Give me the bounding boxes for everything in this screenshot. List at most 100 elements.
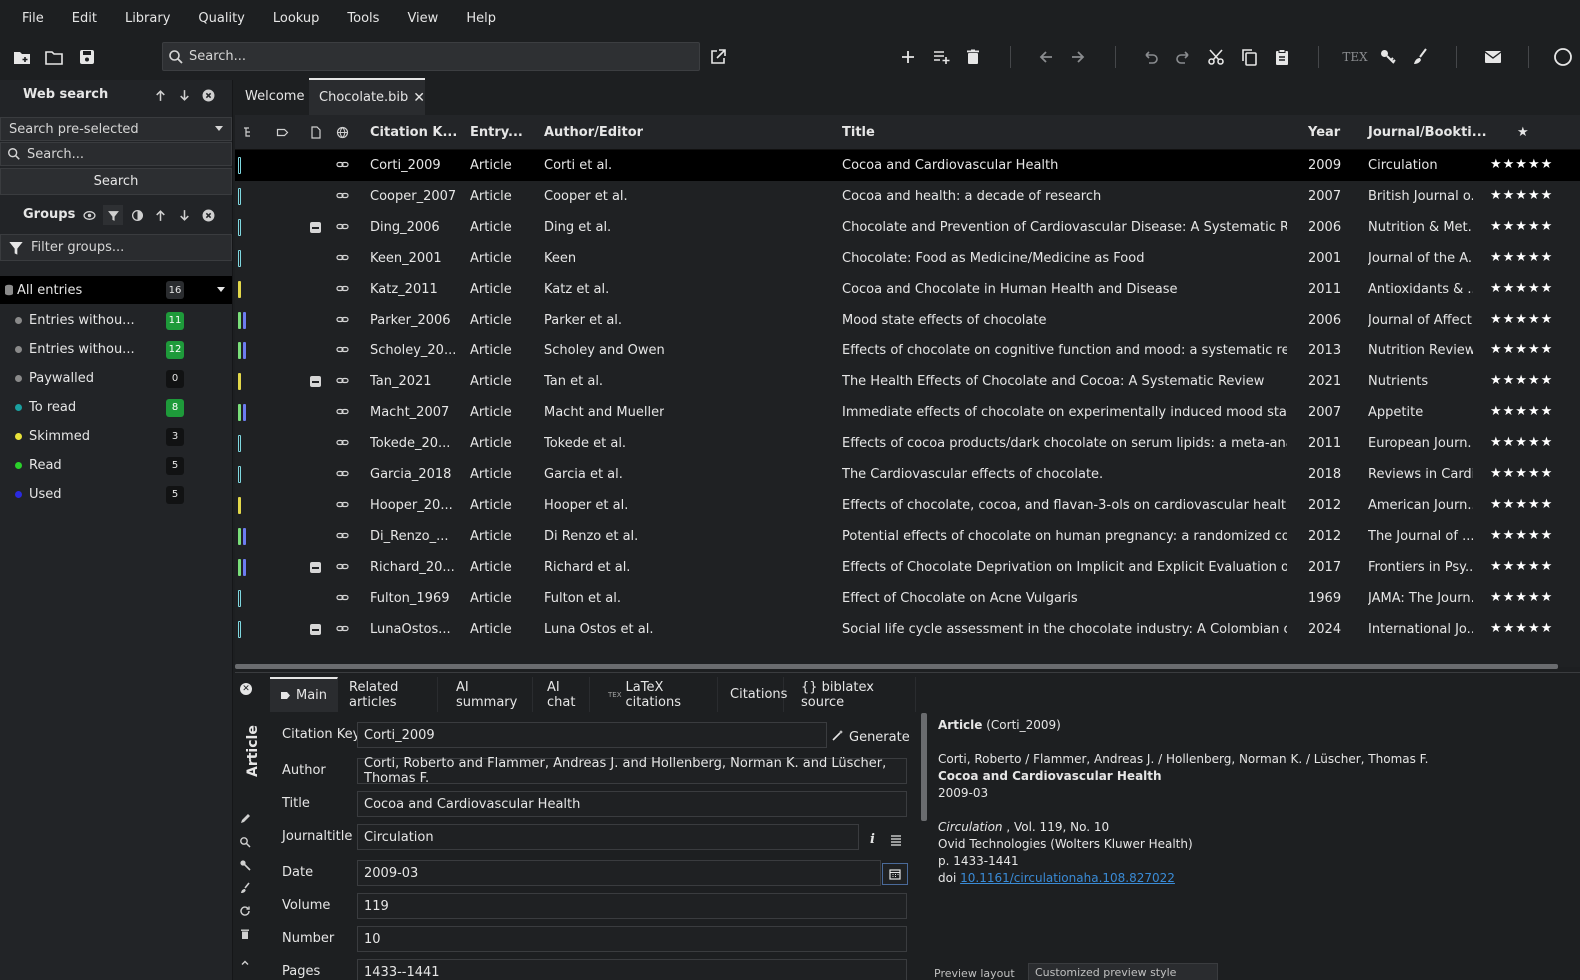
column-year[interactable]: Year <box>1308 125 1340 140</box>
move-down-icon[interactable] <box>176 207 192 223</box>
table-row[interactable]: Garcia_2018 Article Garcia et al. The Cardi… <box>235 459 1580 490</box>
tab-welcome[interactable]: Welcome <box>235 78 308 115</box>
copy-icon[interactable] <box>1236 44 1262 70</box>
menu-lookup[interactable]: Lookup <box>259 11 334 26</box>
paste-icon[interactable] <box>1269 44 1295 70</box>
close-panel-icon[interactable] <box>200 207 216 223</box>
link-icon[interactable] <box>336 189 350 203</box>
journaltitle-field[interactable]: Circulation <box>357 824 859 850</box>
ranking-stars[interactable]: ★★★★★ <box>1490 404 1553 419</box>
pdf-file-icon[interactable] <box>310 623 321 635</box>
cut-icon[interactable] <box>1203 44 1229 70</box>
group-item[interactable]: Read 5 <box>0 451 232 480</box>
link-icon[interactable] <box>336 313 350 327</box>
add-entry-icon[interactable] <box>895 44 921 70</box>
chevron-up-icon[interactable] <box>239 957 253 971</box>
title-field[interactable]: Cocoa and Cardiovascular Health <box>357 791 907 817</box>
citation-key-field[interactable]: Corti_2009 <box>357 722 827 748</box>
link-icon[interactable] <box>336 467 350 481</box>
close-editor-icon[interactable]: ✕ <box>240 683 252 695</box>
ranking-stars[interactable]: ★★★★★ <box>1490 157 1553 172</box>
table-row[interactable]: Cooper_2007 Article Cooper et al. Cocoa and… <box>235 181 1580 212</box>
edit-pencil-icon[interactable] <box>239 813 253 827</box>
table-row[interactable]: Parker_2006 Article Parker et al. Mood stat… <box>235 305 1580 336</box>
date-field[interactable]: 2009-03 <box>357 860 881 886</box>
delete-icon[interactable] <box>960 44 986 70</box>
global-search-box[interactable] <box>162 42 700 71</box>
group-item[interactable]: To read 8 <box>0 393 232 422</box>
tab-related-articles[interactable]: Related articles <box>339 677 438 712</box>
generate-key-button[interactable]: Generate <box>832 726 910 748</box>
web-search-input-box[interactable] <box>0 142 232 166</box>
pdf-file-icon[interactable] <box>310 376 321 388</box>
ranking-stars[interactable]: ★★★★★ <box>1490 312 1553 327</box>
table-row[interactable]: LunaOstos... Article Luna Ostos et al. Soci… <box>235 614 1580 645</box>
github-icon[interactable] <box>1550 44 1576 70</box>
group-item[interactable]: Paywalled 0 <box>0 364 232 393</box>
mail-icon[interactable] <box>1480 44 1506 70</box>
calendar-icon[interactable] <box>882 863 908 885</box>
editor-scrollbar[interactable] <box>921 713 927 821</box>
column-ranking[interactable]: ★ <box>1517 125 1529 140</box>
key-icon[interactable] <box>239 859 253 873</box>
tab-main[interactable]: Main <box>270 677 338 712</box>
link-icon[interactable] <box>336 282 350 296</box>
menu-tools[interactable]: Tools <box>333 11 393 26</box>
move-down-icon[interactable] <box>176 87 192 103</box>
ranking-stars[interactable]: ★★★★★ <box>1490 188 1553 203</box>
table-row[interactable]: Tan_2021 Article Tan et al. The Health Effe… <box>235 366 1580 397</box>
move-up-icon[interactable] <box>152 87 168 103</box>
open-folder-icon[interactable] <box>41 44 67 70</box>
group-item[interactable]: Used 5 <box>0 480 232 509</box>
group-filter-input[interactable] <box>31 240 221 255</box>
search-icon[interactable] <box>239 836 253 850</box>
ranking-stars[interactable]: ★★★★★ <box>1490 219 1553 234</box>
cleanup-brush-icon[interactable] <box>239 882 253 896</box>
close-icon[interactable]: ✕ <box>413 90 425 106</box>
pdf-file-icon[interactable] <box>310 221 321 233</box>
menu-help[interactable]: Help <box>452 11 510 26</box>
ranking-stars[interactable]: ★★★★★ <box>1490 250 1553 265</box>
table-row[interactable]: Fulton_1969 Article Fulton et al. Effect of… <box>235 583 1580 614</box>
link-icon[interactable] <box>336 436 350 450</box>
table-row[interactable]: Keen_2001 Article Keen Chocolate: Food as M… <box>235 243 1580 274</box>
close-panel-icon[interactable] <box>200 87 216 103</box>
doi-link[interactable]: 10.1161/circulationaha.108.827022 <box>960 871 1175 885</box>
number-field[interactable]: 10 <box>357 926 907 952</box>
group-item[interactable]: Entries withou... 11 <box>0 306 232 335</box>
filter-icon[interactable] <box>103 205 123 225</box>
open-external-icon[interactable] <box>705 44 731 70</box>
move-up-icon[interactable] <box>152 207 168 223</box>
globe-icon[interactable] <box>336 126 350 140</box>
column-citation-key[interactable]: Citation K... <box>370 125 457 140</box>
key-icon[interactable] <box>1375 44 1401 70</box>
table-row[interactable]: Katz_2011 Article Katz et al. Cocoa and Cho… <box>235 274 1580 305</box>
tab-ai-summary[interactable]: AI summary <box>446 677 533 712</box>
volume-field[interactable]: 119 <box>357 893 907 919</box>
table-row[interactable]: Scholey_20... Article Scholey and Owen Effe… <box>235 335 1580 366</box>
italic-icon[interactable]: i <box>870 832 875 847</box>
link-icon[interactable] <box>336 498 350 512</box>
table-row[interactable]: Macht_2007 Article Macht and Mueller Immedi… <box>235 397 1580 428</box>
link-icon[interactable] <box>336 220 350 234</box>
ranking-stars[interactable]: ★★★★★ <box>1490 435 1553 450</box>
undo-icon[interactable] <box>1138 44 1164 70</box>
menu-quality[interactable]: Quality <box>184 11 258 26</box>
label-tag-icon[interactable] <box>276 126 290 140</box>
group-filter-box[interactable] <box>0 234 232 261</box>
table-row[interactable]: Corti_2009 Article Corti et al. Cocoa and C… <box>235 150 1580 181</box>
ranking-stars[interactable]: ★★★★★ <box>1490 497 1553 512</box>
menu-edit[interactable]: Edit <box>58 11 111 26</box>
link-icon[interactable] <box>336 591 350 605</box>
tab-biblatex-source[interactable]: {} biblatex source <box>791 677 916 712</box>
column-title[interactable]: Title <box>842 125 875 140</box>
column-author[interactable]: Author/Editor <box>544 125 643 140</box>
group-item[interactable]: Entries withou... 12 <box>0 335 232 364</box>
eye-icon[interactable] <box>81 207 97 223</box>
new-library-icon[interactable] <box>9 44 35 70</box>
link-icon[interactable] <box>336 529 350 543</box>
forward-arrow-icon[interactable] <box>1065 44 1091 70</box>
ranking-stars[interactable]: ★★★★★ <box>1490 559 1553 574</box>
link-icon[interactable] <box>336 560 350 574</box>
file-icon[interactable] <box>309 126 323 140</box>
